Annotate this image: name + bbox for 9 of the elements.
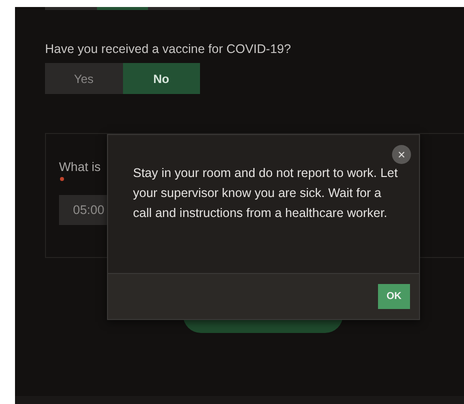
toggle-segment[interactable] (96, 7, 148, 10)
question-label: Have you received a vaccine for COVID-19? (45, 42, 292, 56)
toggle-segment[interactable] (45, 7, 97, 10)
toggle-segment[interactable] (148, 7, 200, 10)
toggle-option[interactable]: No (122, 63, 200, 94)
close-button[interactable]: × (392, 145, 411, 164)
question-label: What is (59, 160, 101, 174)
toggle-option[interactable]: Yes (45, 63, 122, 94)
ok-button[interactable]: OK (378, 284, 410, 309)
